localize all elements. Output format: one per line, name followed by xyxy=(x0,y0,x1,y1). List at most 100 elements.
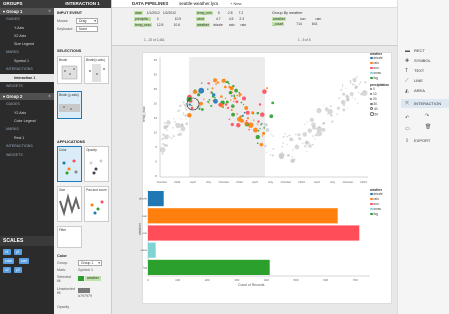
selection-brush-y[interactable]: Brush (y-axis) xyxy=(57,91,82,119)
application-filter[interactable]: Filter xyxy=(57,226,82,248)
group-select[interactable]: Group 1 ▾ xyxy=(78,260,102,266)
group1-header[interactable]: ▾ Group 1 × xyxy=(0,8,54,15)
unselected-fill-value: #797979 xyxy=(78,294,92,298)
scatter-point xyxy=(341,85,344,87)
scatter-point xyxy=(230,122,234,127)
scatter-point xyxy=(302,132,308,137)
opacity-label: Opacity xyxy=(57,305,70,309)
redo-icon: ↷ xyxy=(425,113,430,119)
scatter-point xyxy=(321,127,326,132)
keyboard-label: Keyboard xyxy=(57,27,73,31)
selected-fill-swatch[interactable] xyxy=(78,276,84,281)
scatter-point xyxy=(238,92,242,96)
scatter-point xyxy=(236,94,239,97)
close-icon[interactable]: × xyxy=(47,9,52,14)
scatter-point xyxy=(165,144,169,147)
line-tool[interactable]: ⟋ LINE xyxy=(401,76,449,85)
bar-legend-items: drizzle rain sun snow fog xyxy=(370,192,396,217)
close-icon[interactable]: × xyxy=(47,94,52,99)
scale-pill[interactable]: x1 xyxy=(3,249,11,255)
interaction-panel: INTERACTION 1 INPUT EVENT Mouse Drag ▾ Ke… xyxy=(54,0,112,314)
symbol-tool[interactable]: ✚ SYMBOL xyxy=(401,56,449,65)
x2-axis-item[interactable]: X2 Axis xyxy=(0,32,54,40)
scatter-point xyxy=(336,106,340,110)
scale-pill[interactable]: size xyxy=(19,258,30,264)
selected-fill-value[interactable]: weather xyxy=(85,276,102,281)
scatter-point xyxy=(198,107,201,110)
scatter-point xyxy=(199,101,203,106)
precip-swatch xyxy=(370,88,372,90)
text-tool[interactable]: T TEXT xyxy=(401,66,449,75)
redo-button[interactable]: ↷ xyxy=(425,113,429,119)
scatter-legend: weather drizzle rain sun snow fog precipitat… xyxy=(370,52,396,132)
scatter-point xyxy=(342,92,346,96)
selection-brush[interactable]: Brush xyxy=(57,56,82,84)
x-tick-label: 2011 xyxy=(174,180,181,184)
symbol1-item[interactable]: Symbol 1 xyxy=(0,57,54,65)
scale-pill[interactable]: color xyxy=(3,258,15,264)
tool-label: SYMBOL xyxy=(414,58,431,63)
bar-legend-label: fog xyxy=(373,212,378,216)
scatter-point xyxy=(345,87,347,89)
area-tool[interactable]: ◭ AREA xyxy=(401,86,449,95)
color-legend-item[interactable]: Color Legend xyxy=(0,117,54,125)
selection-brush-x[interactable]: Brush(x-axis) xyxy=(84,56,109,84)
tool-label: AREA xyxy=(414,88,425,93)
y2-axis-item[interactable]: Y2 Axis xyxy=(0,109,54,117)
scatter-point xyxy=(271,101,275,105)
rect1-item[interactable]: Rect 1 xyxy=(0,134,54,142)
scatter-point xyxy=(269,114,274,119)
interaction1-item[interactable]: Interaction 1 xyxy=(0,74,54,82)
scatter-point xyxy=(258,103,262,106)
bar-category-label: fog xyxy=(143,265,147,269)
scatter-point xyxy=(162,143,165,146)
scatter-point xyxy=(256,142,259,145)
scale-pill[interactable]: y1 xyxy=(14,249,22,255)
scatter-point xyxy=(178,132,182,136)
group2-header[interactable]: ▾ Group 2 × xyxy=(0,93,54,100)
scatter-point xyxy=(182,101,185,104)
scatter-point xyxy=(306,121,308,123)
scale-pill[interactable]: y2 xyxy=(14,267,22,273)
brush-y-thumbnail xyxy=(59,104,80,112)
rect-icon: ▬ xyxy=(405,48,410,54)
rect-tool[interactable]: ▬ RECT xyxy=(401,46,449,55)
y-axis-item[interactable]: Y-Axis xyxy=(0,24,54,32)
table-row: temp_max 12.8 10.6 xyxy=(134,23,180,27)
scatter-point xyxy=(264,144,267,148)
legend-items: drizzle rain sun snow fog xyxy=(370,56,396,81)
application-opacity[interactable]: Opacity xyxy=(84,146,109,182)
bar-y-title: weather xyxy=(138,222,142,235)
size-legend-item[interactable]: Size Legend xyxy=(0,40,54,48)
scatter-point xyxy=(222,101,225,105)
scatter-point xyxy=(182,111,185,114)
scale-pill[interactable]: x2 xyxy=(3,267,11,273)
bar-legend-swatch xyxy=(370,212,373,215)
mouse-select[interactable]: Drag ▾ xyxy=(76,18,98,24)
brush-x-thumbnail xyxy=(89,64,105,82)
keyboard-select[interactable]: None xyxy=(76,26,98,32)
y-tick-label: 10 xyxy=(154,131,158,135)
export-button[interactable]: ⇩ EXPORT xyxy=(401,136,449,145)
scatter-point xyxy=(346,107,349,109)
cell: 4.7 xyxy=(215,17,221,21)
new-pipeline-button[interactable]: + New xyxy=(230,1,241,6)
scatter-point xyxy=(266,87,268,90)
x-tick-label: July xyxy=(330,180,336,184)
trash-button[interactable]: 🗑 xyxy=(425,124,431,130)
scatter-point xyxy=(302,142,304,145)
scatter-point xyxy=(245,110,250,115)
scatter-point xyxy=(174,120,176,123)
brush-region[interactable] xyxy=(189,57,265,177)
scales-header: SCALES xyxy=(0,236,54,246)
pager-left[interactable]: 1 - 20 of 1,461 xyxy=(144,38,165,42)
pipeline-tab[interactable]: seattle-weather.lyra xyxy=(179,1,218,6)
unselected-fill-swatch[interactable] xyxy=(78,288,90,293)
application-pan-zoom[interactable]: Pan and zoom xyxy=(84,186,109,222)
bar-x-title: Count of Records xyxy=(238,283,265,287)
interaction-tool[interactable]: ⤧ INTERACTION xyxy=(401,99,449,108)
application-color[interactable]: Color xyxy=(57,146,82,182)
scatter-point xyxy=(241,114,244,117)
pager-right[interactable]: 1 - 5 of 5 xyxy=(298,38,311,42)
application-size[interactable]: Size xyxy=(57,186,82,222)
